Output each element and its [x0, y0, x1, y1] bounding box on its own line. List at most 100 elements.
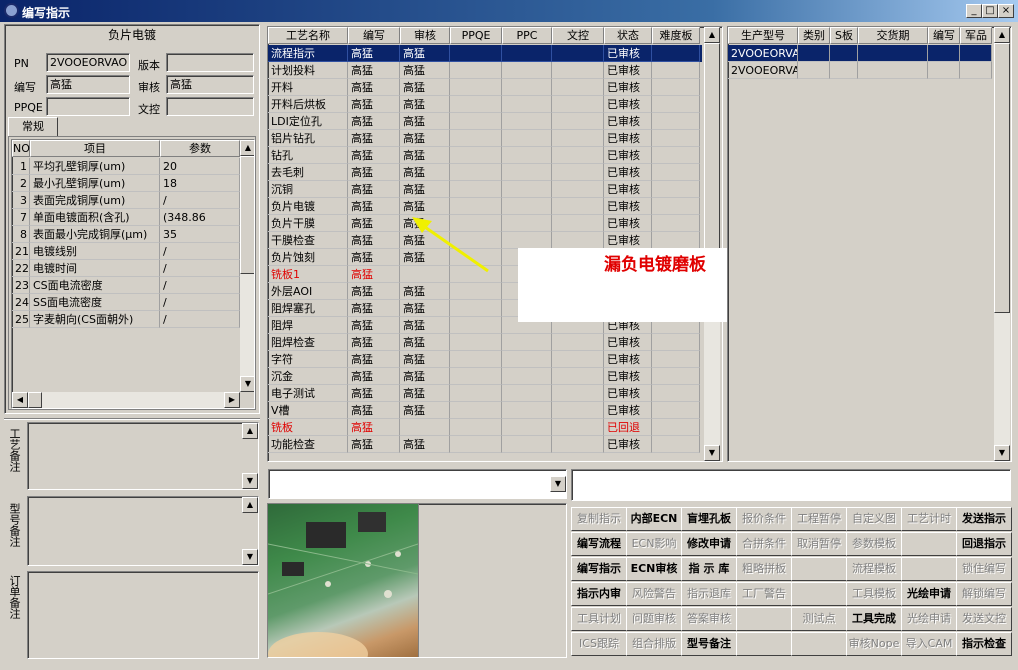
action-button[interactable]: 组合排版: [626, 632, 682, 656]
process-row[interactable]: 阻焊检查 高猛 高猛 已审核: [268, 334, 702, 351]
action-button[interactable]: 回退指示: [956, 532, 1012, 556]
scroll-left-icon[interactable]: ◀: [12, 392, 28, 408]
column-header-item[interactable]: 项目: [30, 140, 160, 157]
param-row[interactable]: 24 SS面电流密度 /: [12, 294, 240, 311]
column-header[interactable]: 军品: [960, 27, 992, 44]
process-row[interactable]: 铝片钻孔 高猛 高猛 已审核: [268, 130, 702, 147]
scroll-up-icon[interactable]: ▲: [704, 27, 720, 43]
action-button[interactable]: ICS跟踪: [571, 632, 627, 656]
action-button[interactable]: 取消暂停: [791, 532, 847, 556]
action-button[interactable]: 测试点: [791, 607, 847, 631]
process-row[interactable]: 去毛刺 高猛 高猛 已审核: [268, 164, 702, 181]
column-header[interactable]: 工艺名称: [268, 27, 348, 44]
process-row[interactable]: 流程指示 高猛 高猛 已审核: [268, 45, 702, 62]
param-row[interactable]: 21 电镀线别 /: [12, 243, 240, 260]
action-button[interactable]: 工具完成: [846, 607, 902, 631]
action-button[interactable]: [901, 532, 957, 556]
action-button[interactable]: 复制指示: [571, 507, 627, 531]
process-row[interactable]: 计划投料 高猛 高猛 已审核: [268, 62, 702, 79]
action-button[interactable]: 参数模板: [846, 532, 902, 556]
action-button[interactable]: 修改申请: [681, 532, 737, 556]
scroll-down-icon[interactable]: ▼: [994, 445, 1010, 461]
action-button[interactable]: 光绘申请: [901, 607, 957, 631]
param-row[interactable]: 7 单面电镀面积(含孔) (348.86: [12, 209, 240, 226]
action-button[interactable]: 答案审核: [681, 607, 737, 631]
param-row[interactable]: 2 最小孔壁铜厚(um) 18: [12, 175, 240, 192]
action-button[interactable]: 盲埋孔板: [681, 507, 737, 531]
close-button[interactable]: ×: [998, 4, 1014, 18]
action-button[interactable]: [791, 582, 847, 606]
model-note-field[interactable]: ▲ ▼: [27, 496, 259, 566]
pn-field[interactable]: 2VOOEORVAO: [46, 53, 130, 72]
param-row[interactable]: 23 CS面电流密度 /: [12, 277, 240, 294]
action-button[interactable]: 工厂警告: [736, 582, 792, 606]
action-button[interactable]: 锁住编写: [956, 557, 1012, 581]
column-header[interactable]: 生产型号: [728, 27, 798, 44]
action-button[interactable]: 工具计划: [571, 607, 627, 631]
column-header[interactable]: 文控: [552, 27, 604, 44]
ppqe-field[interactable]: [46, 97, 130, 116]
model-row[interactable]: 2VOOEORVAO: [728, 45, 992, 62]
action-button[interactable]: 风险警告: [626, 582, 682, 606]
action-button[interactable]: 工程暂停: [791, 507, 847, 531]
action-button[interactable]: [791, 632, 847, 656]
param-row[interactable]: 22 电镀时间 /: [12, 260, 240, 277]
action-button[interactable]: 内部ECN: [626, 507, 682, 531]
scroll-down-icon[interactable]: ▼: [242, 473, 258, 489]
process-row[interactable]: 铣板 高猛 已回退: [268, 419, 702, 436]
action-button[interactable]: 工具模板: [846, 582, 902, 606]
process-row[interactable]: 开料后烘板 高猛 高猛 已审核: [268, 96, 702, 113]
scroll-up-icon[interactable]: ▲: [994, 27, 1010, 43]
scroll-down-icon[interactable]: ▼: [240, 376, 254, 392]
column-header[interactable]: PPQE: [450, 27, 502, 44]
action-button[interactable]: 自定义图: [846, 507, 902, 531]
action-button[interactable]: 发送指示: [956, 507, 1012, 531]
column-header[interactable]: PPC: [502, 27, 552, 44]
process-vscroll[interactable]: ▲ ▼: [704, 27, 720, 461]
column-header[interactable]: 难度板: [652, 27, 700, 44]
search-input[interactable]: [571, 469, 1011, 501]
column-header-param[interactable]: 参数: [160, 140, 240, 157]
action-button[interactable]: 解锁编写: [956, 582, 1012, 606]
doc-control-field[interactable]: [166, 97, 254, 116]
hscroll-thumb[interactable]: [28, 392, 42, 408]
action-button[interactable]: [791, 557, 847, 581]
column-header[interactable]: 类别: [798, 27, 830, 44]
action-button[interactable]: 工艺计时: [901, 507, 957, 531]
action-button[interactable]: 光绘申请: [901, 582, 957, 606]
action-button[interactable]: ECN影响: [626, 532, 682, 556]
process-row[interactable]: LDI定位孔 高猛 高猛 已审核: [268, 113, 702, 130]
action-button[interactable]: 指示检查: [956, 632, 1012, 656]
action-button[interactable]: ECN审核: [626, 557, 682, 581]
scroll-thumb[interactable]: [240, 156, 254, 274]
action-button[interactable]: 发送文控: [956, 607, 1012, 631]
scroll-down-icon[interactable]: ▼: [242, 549, 258, 565]
scroll-thumb[interactable]: [994, 43, 1010, 313]
scroll-up-icon[interactable]: ▲: [242, 423, 258, 439]
action-button[interactable]: 问题审核: [626, 607, 682, 631]
action-button[interactable]: 型号备注: [681, 632, 737, 656]
action-button[interactable]: 合拼条件: [736, 532, 792, 556]
column-header[interactable]: 交货期: [858, 27, 928, 44]
column-header[interactable]: 审核: [400, 27, 450, 44]
process-row[interactable]: 沉铜 高猛 高猛 已审核: [268, 181, 702, 198]
action-button[interactable]: 指示退库: [681, 582, 737, 606]
column-header[interactable]: 状态: [604, 27, 652, 44]
action-button[interactable]: 流程模板: [846, 557, 902, 581]
minimize-button[interactable]: _: [966, 4, 982, 18]
action-button[interactable]: 编写指示: [571, 557, 627, 581]
writer-field[interactable]: 高猛: [46, 75, 130, 94]
process-row[interactable]: 沉金 高猛 高猛 已审核: [268, 368, 702, 385]
chevron-down-icon[interactable]: ▼: [550, 476, 566, 492]
scroll-down-icon[interactable]: ▼: [704, 445, 720, 461]
version-field[interactable]: [166, 53, 254, 72]
process-select[interactable]: ▼: [268, 469, 567, 499]
tab-general[interactable]: 常规: [8, 117, 58, 136]
action-button[interactable]: 审核Nope: [846, 632, 902, 656]
model-row[interactable]: 2VOOEORVAO: [728, 62, 992, 79]
action-button[interactable]: 导入CAM: [901, 632, 957, 656]
process-row[interactable]: 钻孔 高猛 高猛 已审核: [268, 147, 702, 164]
action-button[interactable]: 粗略拼板: [736, 557, 792, 581]
param-vscroll[interactable]: ▲ ▼: [240, 140, 254, 392]
scroll-right-icon[interactable]: ▶: [224, 392, 240, 408]
